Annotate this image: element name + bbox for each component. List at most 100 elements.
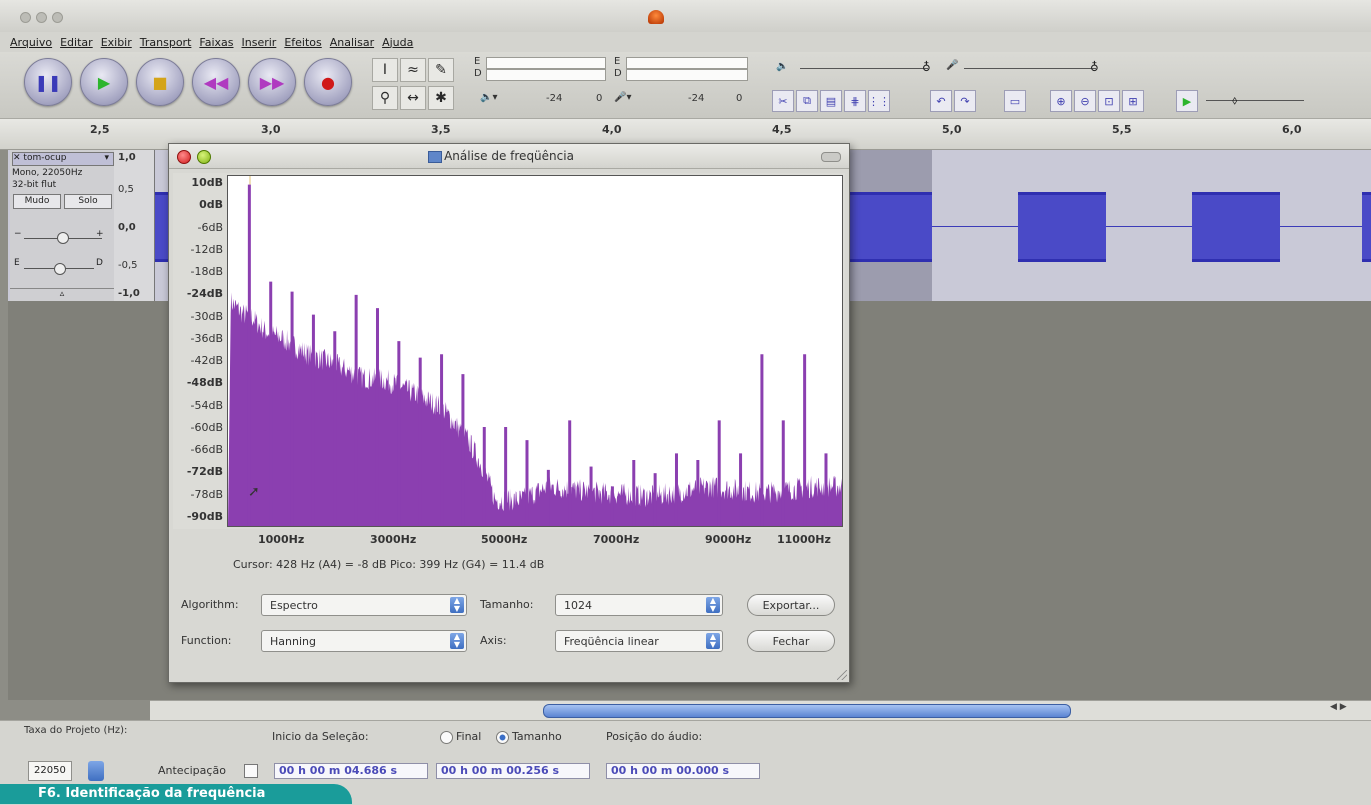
meter-tick: -24 — [546, 93, 563, 104]
size-select[interactable]: 1024 ▲ ▼ — [555, 594, 723, 616]
pan-slider-thumb[interactable] — [54, 263, 66, 275]
skip-end-button[interactable]: ▶▶ — [248, 58, 296, 106]
y-axis-label: -42dB — [190, 354, 224, 368]
window-zoom-button[interactable] — [52, 12, 63, 23]
selection-length-time[interactable]: 00 h 00 m 00.256 s — [436, 763, 590, 779]
output-volume-thumb-icon[interactable]: ♁ — [922, 60, 931, 74]
pan-left-label: E — [14, 258, 20, 268]
gain-slider-thumb[interactable] — [57, 232, 69, 244]
mouse-cursor-icon: ➚ — [248, 484, 260, 500]
zoom-out-icon[interactable]: ⊖ — [1074, 90, 1096, 112]
rec-meter-left-label: E — [614, 56, 621, 67]
rec-meter-right — [626, 69, 748, 81]
export-button[interactable]: Exportar... — [747, 594, 835, 616]
window-close-button[interactable] — [20, 12, 31, 23]
menu-ajuda[interactable]: Ajuda — [382, 36, 413, 49]
window-minimize-button[interactable] — [36, 12, 47, 23]
cut-icon[interactable]: ✂ — [772, 90, 794, 112]
play-button[interactable]: ▶ — [80, 58, 128, 106]
speaker-icon[interactable]: 🔈▾ — [480, 92, 497, 103]
scroll-arrows-icon[interactable]: ◀ ▶ — [1330, 702, 1364, 718]
close-button[interactable]: Fechar — [747, 630, 835, 652]
stop-button[interactable]: ■ — [136, 58, 184, 106]
menu-editar[interactable]: Editar — [60, 36, 93, 49]
undo-icon[interactable]: ↶ — [930, 90, 952, 112]
y-axis-label: -66dB — [190, 443, 224, 457]
scale-label: 0,5 — [118, 184, 134, 195]
ruler-label: 4,5 — [772, 123, 792, 136]
snap-checkbox[interactable] — [244, 764, 258, 778]
sync-lock-icon[interactable]: ▭ — [1004, 90, 1026, 112]
envelope-tool-icon[interactable]: ≈ — [400, 58, 426, 82]
meter-tick: 0 — [736, 93, 743, 104]
record-button[interactable]: ● — [304, 58, 352, 106]
zoom-tool-icon[interactable]: ⚲ — [372, 86, 398, 110]
solo-button[interactable]: Solo — [64, 194, 112, 209]
menu-analisar[interactable]: Analisar — [330, 36, 374, 49]
pause-icon: ❚❚ — [34, 72, 62, 92]
fit-selection-icon[interactable]: ⊡ — [1098, 90, 1120, 112]
menu-inserir[interactable]: Inserir — [242, 36, 277, 49]
spectrum-plot[interactable]: ➚ — [227, 175, 843, 527]
menu-faixas[interactable]: Faixas — [199, 36, 233, 49]
mute-button[interactable]: Mudo — [13, 194, 61, 209]
playback-speed-thumb-icon[interactable]: ⬨ — [1232, 93, 1237, 108]
trim-icon[interactable]: ⋕ — [844, 90, 866, 112]
selection-tool-icon[interactable]: I — [372, 58, 398, 82]
multi-tool-icon[interactable]: ✱ — [428, 86, 454, 110]
input-volume-slider[interactable] — [964, 68, 1096, 69]
selection-start-label: Inicio da Seleção: — [272, 730, 369, 743]
function-select[interactable]: Hanning ▲ ▼ — [261, 630, 467, 652]
fit-project-icon[interactable]: ⊞ — [1122, 90, 1144, 112]
menu-transport[interactable]: Transport — [140, 36, 192, 49]
play-at-speed-icon[interactable]: ▶ — [1176, 90, 1198, 112]
waveform-burst — [848, 192, 932, 262]
x-axis-label: 7000Hz — [593, 533, 640, 546]
waveform-burst — [1018, 192, 1106, 262]
project-rate-select[interactable]: 22050 — [28, 761, 72, 781]
rec-meter-left — [626, 57, 748, 69]
waveform-burst — [154, 192, 168, 262]
axis-select[interactable]: Freqüência linear ▲ ▼ — [555, 630, 723, 652]
dialog-title-bar[interactable]: Análise de freqüência — [169, 144, 849, 169]
audio-position-time[interactable]: 00 h 00 m 00.000 s — [606, 763, 760, 779]
menu-bar: Arquivo Editar Exibir Transport Faixas I… — [0, 32, 1371, 52]
final-radio[interactable] — [440, 731, 453, 744]
length-radio[interactable] — [496, 731, 509, 744]
menu-arquivo[interactable]: Arquivo — [10, 36, 52, 49]
zoom-in-icon[interactable]: ⊕ — [1050, 90, 1072, 112]
collapse-track-icon[interactable]: ▵ — [10, 288, 114, 301]
selection-start-time[interactable]: 00 h 00 m 04.686 s — [274, 763, 428, 779]
microphone-icon[interactable]: 🎤▾ — [614, 92, 631, 103]
track-close-icon[interactable]: ✕ — [13, 153, 21, 163]
track-menu-chevron-down-icon[interactable]: ▾ — [104, 153, 109, 163]
playback-speed-slider[interactable] — [1206, 100, 1304, 101]
x-axis-label: 3000Hz — [370, 533, 417, 546]
input-volume-thumb-icon[interactable]: ♁ — [1090, 60, 1099, 74]
pause-button[interactable]: ❚❚ — [24, 58, 72, 106]
timeshift-tool-icon[interactable]: ↔ — [400, 86, 426, 110]
y-axis-label: -30dB — [190, 309, 224, 323]
menu-exibir[interactable]: Exibir — [101, 36, 132, 49]
output-volume-slider[interactable] — [800, 68, 928, 69]
dialog-collapse-icon[interactable] — [821, 152, 841, 162]
ruler-label: 3,0 — [261, 123, 281, 136]
copy-icon[interactable]: ⧉ — [796, 90, 818, 112]
algorithm-select[interactable]: Espectro ▲ ▼ — [261, 594, 467, 616]
redo-icon[interactable]: ↷ — [954, 90, 976, 112]
track-name[interactable]: tom-ocup — [23, 153, 66, 163]
paste-icon[interactable]: ▤ — [820, 90, 842, 112]
draw-tool-icon[interactable]: ✎ — [428, 58, 454, 82]
play-meter-right-label: D — [474, 68, 482, 79]
track-info-rate: Mono, 22050Hz — [12, 168, 83, 178]
y-axis-label: -36dB — [190, 331, 224, 345]
rate-dropdown-icon[interactable] — [88, 761, 104, 781]
resize-grip-icon[interactable] — [837, 670, 847, 680]
menu-efeitos[interactable]: Efeitos — [284, 36, 321, 49]
final-label: Final — [456, 730, 482, 743]
track-control-panel: ✕ tom-ocup ▾ Mono, 22050Hz 32-bit flut M… — [10, 150, 115, 301]
play-meter-right — [486, 69, 606, 81]
skip-start-button[interactable]: ◀◀ — [192, 58, 240, 106]
scrollbar-thumb[interactable] — [543, 704, 1071, 718]
silence-icon[interactable]: ⋮⋮ — [868, 90, 890, 112]
